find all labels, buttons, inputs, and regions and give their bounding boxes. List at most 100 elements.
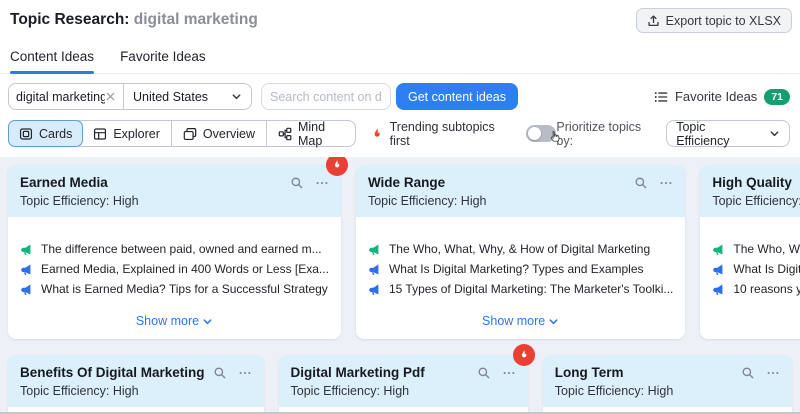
search-topic-icon[interactable] — [477, 366, 491, 380]
search-topic-icon[interactable] — [741, 366, 755, 380]
country-select[interactable]: United States — [123, 84, 251, 109]
topic-card-earned-media: Earned Media Topic Efficiency: High The … — [8, 157, 348, 339]
trending-subtopics-toggle[interactable] — [526, 125, 560, 142]
megaphone-blue-icon — [21, 284, 31, 295]
prioritize-select[interactable]: Topic Efficiency — [666, 119, 791, 148]
card-title: Earned Media — [20, 175, 108, 190]
export-xlsx-button[interactable]: Export topic to XLSX — [635, 8, 792, 33]
view-cards-label: Cards — [39, 126, 73, 141]
headline-text: What Is Digital Marketing? Types and Exa… — [733, 263, 800, 276]
tab-content-ideas[interactable]: Content Ideas — [10, 49, 95, 74]
card-header: Wide Range Topic Efficiency: High — [355, 165, 686, 217]
show-more-link[interactable]: Show more — [356, 314, 685, 328]
view-cards-button[interactable]: Cards — [8, 120, 84, 147]
hand-cursor-icon — [548, 130, 561, 149]
list-icon — [654, 90, 668, 104]
megaphone-blue-icon — [21, 264, 31, 275]
headline-text: What Is Digital Marketing? Types and Exa… — [388, 263, 644, 276]
export-icon — [647, 14, 660, 27]
more-options-icon[interactable] — [315, 176, 329, 190]
view-overview-label: Overview — [202, 126, 255, 141]
favorite-ideas-link[interactable]: Favorite Ideas 71 — [654, 88, 790, 105]
card-title: Digital Marketing Pdf — [290, 365, 425, 380]
topic-efficiency: Topic Efficiency: High — [20, 194, 139, 208]
page-title: Topic Research: digital marketing — [10, 8, 258, 29]
topic-card-digital-marketing-pdf: Digital Marketing Pdf Topic Efficiency: … — [278, 344, 535, 413]
page-header: Topic Research: digital marketing Export… — [0, 0, 800, 33]
export-button-label: Export topic to XLSX — [665, 13, 781, 28]
more-options-icon[interactable] — [238, 366, 252, 380]
topic-card-long-term: Long Term Topic Efficiency: High — [542, 355, 792, 413]
headline-item[interactable]: The Who, What, Why, & How of Digital Mar… — [368, 243, 673, 256]
keyword-input-wrap — [9, 84, 123, 109]
card-body: The difference between paid, owned and e… — [8, 217, 341, 296]
prioritize-select-value: Topic Efficiency — [676, 119, 730, 148]
topic-efficiency: Topic Efficiency: High — [290, 384, 410, 398]
get-content-ideas-button[interactable]: Get content ideas — [396, 83, 518, 110]
headline-item[interactable]: 10 reasons you need a digital marketing … — [712, 283, 800, 296]
page-title-query: digital marketing — [133, 11, 258, 28]
cards-view-icon — [19, 127, 33, 141]
topic-card-wide-range: Wide Range Topic Efficiency: High The Wh… — [355, 165, 686, 339]
show-more-link[interactable]: Show more — [700, 314, 800, 328]
favorite-ideas-count-badge: 71 — [764, 88, 790, 105]
headline-text: The difference between paid, owned and e… — [41, 243, 322, 256]
flame-icon — [370, 127, 384, 141]
more-options-icon[interactable] — [659, 176, 673, 190]
keyword-input[interactable] — [16, 89, 105, 104]
card-header: Benefits Of Digital Marketing Topic Effi… — [8, 355, 264, 407]
megaphone-blue-icon — [369, 264, 379, 275]
chevron-down-icon — [549, 319, 558, 325]
domain-search-input[interactable] — [261, 83, 391, 110]
search-toolbar: United States Get content ideas Favorite… — [0, 83, 800, 110]
topic-efficiency: Topic Efficiency: High — [554, 384, 674, 398]
show-more-link[interactable]: Show more — [8, 314, 341, 328]
more-options-icon[interactable] — [766, 366, 780, 380]
show-more-label: Show more — [482, 314, 546, 328]
view-explorer-button[interactable]: Explorer — [82, 121, 172, 146]
card-header: Long Term Topic Efficiency: High — [542, 355, 792, 407]
view-mindmap-button[interactable]: Mind Map — [267, 119, 355, 148]
headline-item[interactable]: What Is Digital Marketing? Types and Exa… — [712, 263, 800, 276]
more-options-icon[interactable] — [502, 366, 516, 380]
country-select-value: United States — [133, 89, 209, 104]
megaphone-blue-icon — [713, 284, 723, 295]
card-header: Earned Media Topic Efficiency: High — [8, 165, 341, 217]
card-header: Digital Marketing Pdf Topic Efficiency: … — [278, 355, 528, 407]
topic-cards-area: Earned Media Topic Efficiency: High The … — [0, 157, 800, 413]
trending-subtopics-control: Trending subtopics first — [370, 119, 560, 148]
trending-subtopics-label: Trending subtopics first — [389, 119, 495, 148]
card-title: High Quality — [712, 175, 792, 190]
card-title: Benefits Of Digital Marketing — [20, 365, 205, 380]
headline-text: What is Earned Media? Tips for a Success… — [41, 283, 328, 296]
headline-item[interactable]: The difference between paid, owned and e… — [20, 243, 329, 256]
headline-item[interactable]: What Is Digital Marketing? Types and Exa… — [368, 263, 673, 276]
megaphone-green-icon — [369, 244, 379, 255]
chevron-down-icon — [231, 91, 242, 102]
headline-text: Earned Media, Explained in 400 Words or … — [41, 263, 329, 276]
query-group: United States — [8, 83, 252, 110]
view-mindmap-label: Mind Map — [297, 119, 326, 148]
card-header: High Quality Topic Efficiency: High — [700, 165, 800, 217]
megaphone-green-icon — [21, 244, 31, 255]
search-topic-icon[interactable] — [634, 176, 648, 190]
explorer-view-icon — [93, 127, 107, 141]
search-topic-icon[interactable] — [290, 176, 304, 190]
headline-item[interactable]: Earned Media, Explained in 400 Words or … — [20, 263, 329, 276]
topic-research-page: Topic Research: digital marketing Export… — [0, 0, 800, 414]
topic-efficiency: Topic Efficiency: High — [20, 384, 139, 398]
clear-keyword-icon[interactable] — [105, 91, 116, 102]
headline-item[interactable]: The Who, What, Why, & How of Digital Mar… — [712, 243, 800, 256]
headline-text: 15 Types of Digital Marketing: The Marke… — [388, 283, 674, 296]
view-overview-button[interactable]: Overview — [172, 121, 267, 146]
search-topic-icon[interactable] — [213, 366, 227, 380]
tab-favorite-ideas[interactable]: Favorite Ideas — [120, 49, 206, 73]
headline-item[interactable]: What is Earned Media? Tips for a Success… — [20, 283, 329, 296]
headline-text: 10 reasons you need a digital marketing … — [733, 283, 800, 296]
megaphone-blue-icon — [369, 284, 379, 295]
favorite-ideas-label: Favorite Ideas — [674, 89, 758, 104]
headline-text: The Who, What, Why, & How of Digital Mar… — [733, 243, 800, 256]
toggle-knob — [528, 127, 542, 140]
megaphone-green-icon — [713, 244, 723, 255]
headline-item[interactable]: 15 Types of Digital Marketing: The Marke… — [368, 283, 673, 296]
